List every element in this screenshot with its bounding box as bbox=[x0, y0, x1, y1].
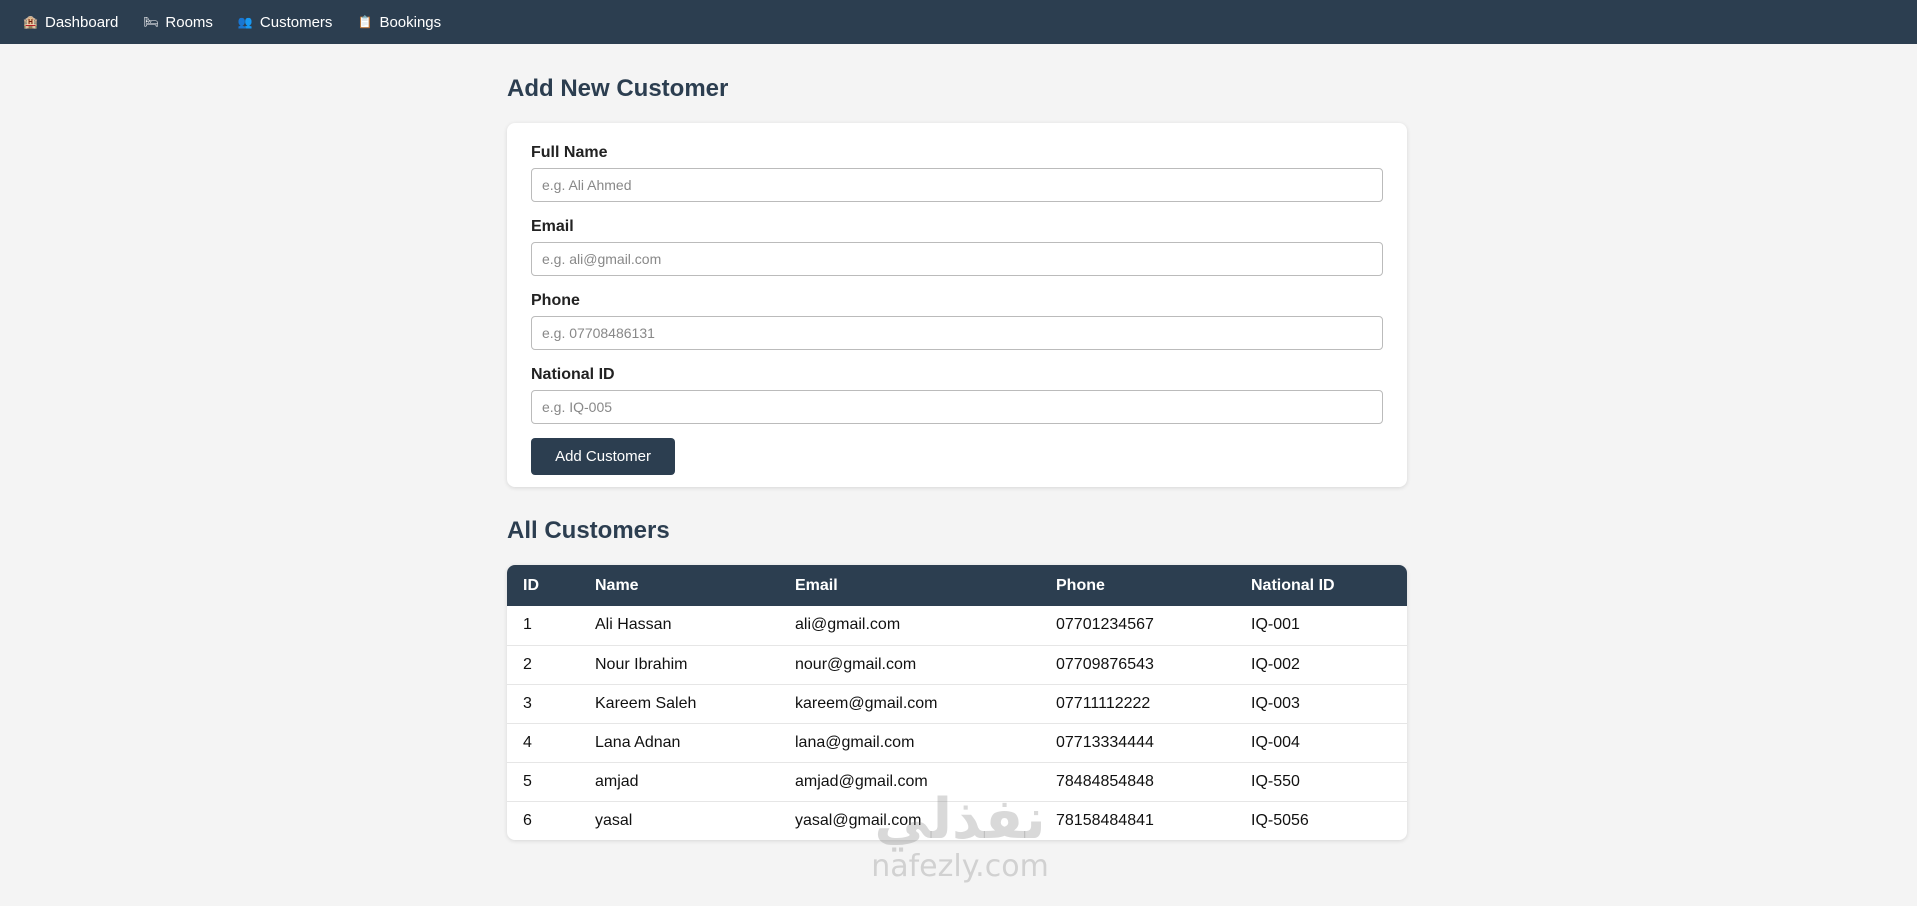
table-row: 2 Nour Ibrahim nour@gmail.com 0770987654… bbox=[507, 645, 1407, 684]
cell-phone: 07701234567 bbox=[1056, 616, 1154, 634]
cell-phone: 78484854848 bbox=[1056, 772, 1154, 790]
add-customer-heading: Add New Customer bbox=[507, 75, 729, 102]
cell-email: kareem@gmail.com bbox=[795, 694, 938, 712]
nav-item-rooms[interactable]: 🛏 Rooms bbox=[143, 14, 213, 31]
cell-national-id: IQ-003 bbox=[1251, 694, 1300, 712]
cell-name: yasal bbox=[595, 811, 633, 829]
customers-table: ID Name Email Phone National ID 1 Ali Ha… bbox=[507, 565, 1407, 840]
full-name-input[interactable] bbox=[531, 168, 1383, 202]
nav-item-label: Rooms bbox=[165, 13, 213, 31]
cell-name: Kareem Saleh bbox=[595, 694, 697, 712]
cell-email: amjad@gmail.com bbox=[795, 772, 928, 790]
national-id-label: National ID bbox=[531, 366, 615, 383]
top-navbar: 🏨 Dashboard 🛏 Rooms 👥 Customers 📋 Bookin… bbox=[0, 0, 1917, 44]
cell-email: nour@gmail.com bbox=[795, 655, 917, 673]
table-header-row: ID Name Email Phone National ID bbox=[507, 565, 1407, 606]
cell-name: amjad bbox=[595, 772, 639, 790]
column-header-national-id: National ID bbox=[1251, 576, 1335, 594]
nav-item-label: Dashboard bbox=[45, 13, 119, 31]
column-header-name: Name bbox=[595, 576, 639, 594]
customers-table-container: ID Name Email Phone National ID 1 Ali Ha… bbox=[507, 565, 1407, 840]
cell-national-id: IQ-550 bbox=[1251, 772, 1300, 790]
cell-name: Lana Adnan bbox=[595, 733, 681, 751]
table-row: 4 Lana Adnan lana@gmail.com 07713334444 … bbox=[507, 723, 1407, 762]
table-row: 5 amjad amjad@gmail.com 78484854848 IQ-5… bbox=[507, 762, 1407, 801]
bed-icon: 🛏 bbox=[143, 14, 159, 29]
cell-name: Ali Hassan bbox=[595, 616, 672, 634]
all-customers-heading: All Customers bbox=[507, 517, 670, 544]
nav-item-label: Bookings bbox=[379, 13, 442, 31]
add-customer-form: Full Name Email Phone National ID Add Cu… bbox=[507, 123, 1407, 487]
users-icon: 👥 bbox=[237, 14, 253, 29]
cell-email: yasal@gmail.com bbox=[795, 811, 922, 829]
cell-id: 6 bbox=[523, 811, 532, 829]
phone-input[interactable] bbox=[531, 316, 1383, 350]
cell-id: 1 bbox=[523, 616, 532, 634]
table-row: 3 Kareem Saleh kareem@gmail.com 07711112… bbox=[507, 684, 1407, 723]
cell-national-id: IQ-5056 bbox=[1251, 811, 1309, 829]
watermark-latin-text: nafezly.com bbox=[871, 849, 1049, 884]
cell-email: lana@gmail.com bbox=[795, 733, 915, 751]
clipboard-icon: 📋 bbox=[357, 14, 373, 29]
cell-phone: 07713334444 bbox=[1056, 733, 1154, 751]
full-name-label: Full Name bbox=[531, 144, 608, 161]
column-header-phone: Phone bbox=[1056, 576, 1105, 594]
nav-item-customers[interactable]: 👥 Customers bbox=[238, 14, 333, 31]
table-header: ID Name Email Phone National ID bbox=[507, 565, 1407, 606]
nav-item-bookings[interactable]: 📋 Bookings bbox=[357, 14, 441, 31]
nav-item-label: Customers bbox=[259, 13, 333, 31]
cell-id: 2 bbox=[523, 655, 532, 673]
cell-national-id: IQ-002 bbox=[1251, 655, 1300, 673]
main-content: Add New Customer Full Name Email Phone N… bbox=[507, 44, 1407, 840]
cell-phone: 07711112222 bbox=[1056, 694, 1151, 712]
column-header-email: Email bbox=[795, 576, 838, 594]
cell-name: Nour Ibrahim bbox=[595, 655, 688, 673]
phone-label: Phone bbox=[531, 292, 580, 309]
column-header-id: ID bbox=[523, 576, 539, 594]
cell-id: 5 bbox=[523, 772, 532, 790]
cell-national-id: IQ-004 bbox=[1251, 733, 1300, 751]
national-id-input[interactable] bbox=[531, 390, 1383, 424]
cell-id: 3 bbox=[523, 694, 532, 712]
table-body: 1 Ali Hassan ali@gmail.com 07701234567 I… bbox=[507, 606, 1407, 840]
add-customer-button[interactable]: Add Customer bbox=[531, 438, 675, 475]
nav-item-dashboard[interactable]: 🏨 Dashboard bbox=[23, 14, 118, 31]
hotel-icon: 🏨 bbox=[23, 14, 38, 29]
email-input[interactable] bbox=[531, 242, 1383, 276]
table-row: 6 yasal yasal@gmail.com 78158484841 IQ-5… bbox=[507, 801, 1407, 840]
cell-email: ali@gmail.com bbox=[795, 616, 901, 634]
table-row: 1 Ali Hassan ali@gmail.com 07701234567 I… bbox=[507, 606, 1407, 645]
cell-id: 4 bbox=[523, 733, 532, 751]
cell-national-id: IQ-001 bbox=[1251, 616, 1300, 634]
cell-phone: 07709876543 bbox=[1056, 655, 1154, 673]
email-label: Email bbox=[531, 218, 574, 235]
cell-phone: 78158484841 bbox=[1056, 811, 1154, 829]
